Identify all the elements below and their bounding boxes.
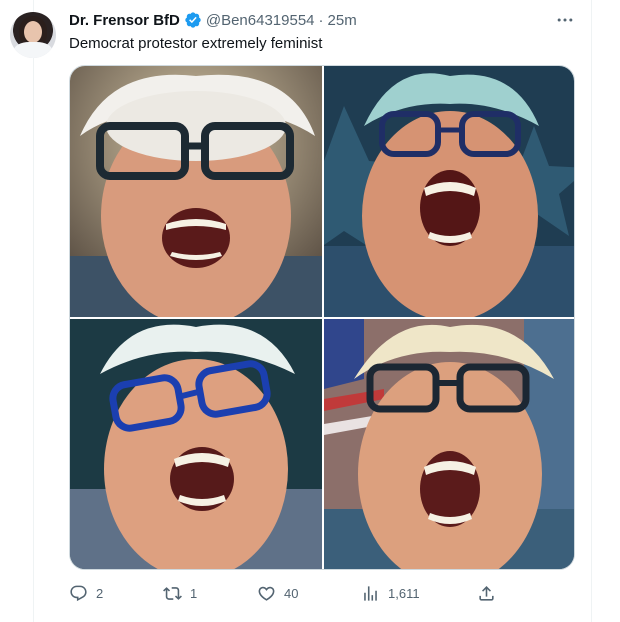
reply-count: 2	[96, 585, 104, 601]
more-horizontal-icon	[557, 18, 573, 22]
retweet-count: 1	[190, 585, 198, 601]
like-count: 40	[284, 585, 299, 601]
retweet-icon	[163, 586, 182, 600]
share-icon	[479, 585, 494, 601]
tweet-actions: 2 1 40 1,611	[69, 582, 509, 604]
tweet-timestamp[interactable]: 25m	[328, 12, 357, 29]
views-icon	[364, 585, 377, 601]
more-options-button[interactable]	[553, 9, 577, 31]
tweet-header: Dr. Frensor BfD @Ben64319554 · 25m	[69, 10, 357, 30]
media-grid	[69, 65, 575, 570]
media-image-3[interactable]	[70, 319, 322, 569]
views-count: 1,611	[388, 585, 420, 601]
views-button[interactable]: 1,611	[361, 582, 420, 604]
retweet-button[interactable]: 1	[163, 582, 197, 604]
verified-badge-icon[interactable]	[184, 11, 202, 29]
tweet-text: Democrat protestor extremely feminist	[69, 35, 323, 52]
reply-button[interactable]: 2	[69, 582, 103, 604]
header-separator: ·	[318, 11, 324, 29]
heart-icon	[258, 586, 275, 601]
author-avatar[interactable]	[10, 12, 56, 58]
media-image-1[interactable]	[70, 66, 322, 317]
like-button[interactable]: 40	[257, 582, 298, 604]
tweet[interactable]: Dr. Frensor BfD @Ben64319554 · 25m Democ…	[0, 0, 620, 622]
share-button[interactable]	[477, 582, 496, 604]
media-image-2[interactable]	[324, 66, 574, 317]
author-name[interactable]: Dr. Frensor BfD	[69, 12, 180, 29]
author-handle[interactable]: @Ben64319554	[206, 12, 315, 29]
media-image-4[interactable]	[324, 319, 574, 569]
reply-icon	[70, 585, 87, 601]
